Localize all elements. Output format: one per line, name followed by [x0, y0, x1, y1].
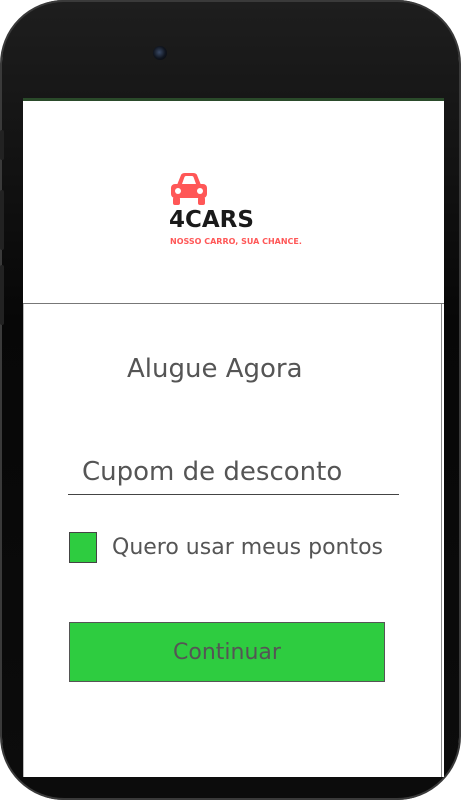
- car-icon: [171, 173, 207, 205]
- points-option[interactable]: Quero usar meus pontos: [69, 531, 383, 563]
- rent-form: Alugue Agora Quero usar meus pontos Cont…: [23, 304, 442, 777]
- points-checkbox[interactable]: [69, 531, 97, 563]
- continue-button[interactable]: Continuar: [69, 622, 385, 682]
- header: 4CARS NOSSO CARRO, SUA CHANCE.: [23, 101, 444, 304]
- volume-down-button: [0, 265, 4, 325]
- mute-switch: [0, 130, 4, 160]
- coupon-input[interactable]: [68, 449, 399, 495]
- points-checkbox-label: Quero usar meus pontos: [112, 534, 384, 560]
- brand-name: 4CARS: [169, 207, 254, 233]
- phone-frame: 4CARS NOSSO CARRO, SUA CHANCE. Alugue Ag…: [0, 0, 461, 800]
- front-camera-icon: [153, 46, 167, 60]
- page-title: Alugue Agora: [127, 354, 303, 384]
- brand-logo: 4CARS NOSSO CARRO, SUA CHANCE.: [169, 171, 329, 251]
- brand-tagline: NOSSO CARRO, SUA CHANCE.: [170, 237, 302, 246]
- volume-up-button: [0, 190, 4, 250]
- app-screen: 4CARS NOSSO CARRO, SUA CHANCE. Alugue Ag…: [23, 98, 444, 777]
